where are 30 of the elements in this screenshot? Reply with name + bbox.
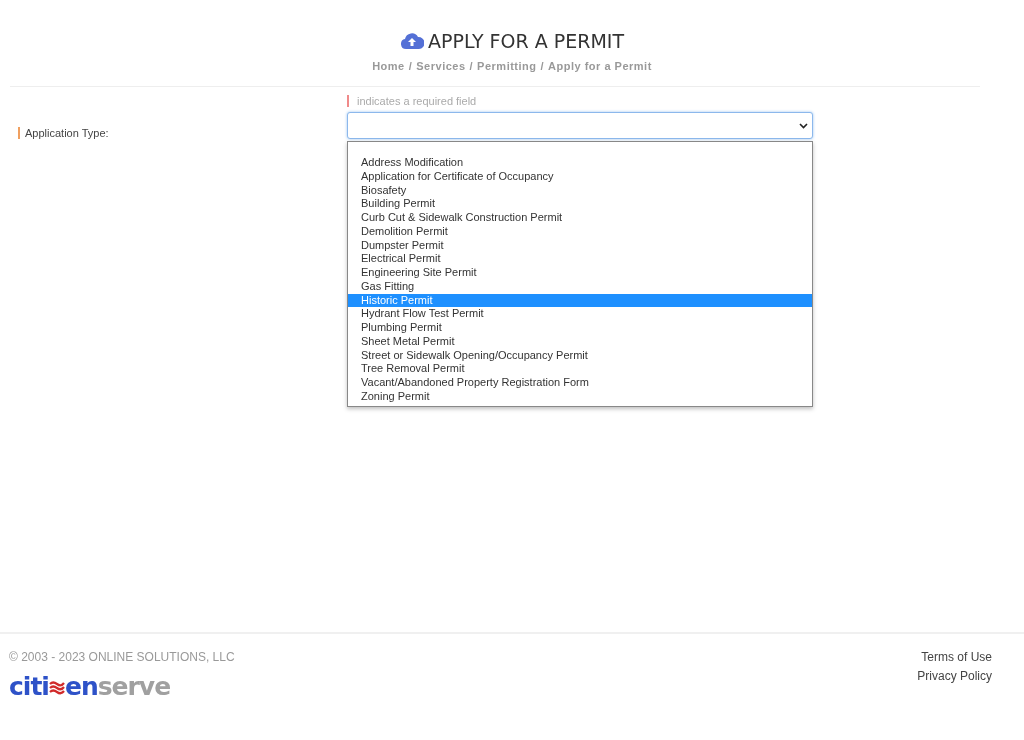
dropdown-option[interactable]: Curb Cut & Sidewalk Construction Permit (348, 211, 812, 225)
dropdown-option[interactable]: Building Permit (348, 197, 812, 211)
page-title: APPLY FOR A PERMIT (427, 30, 625, 52)
dropdown-option[interactable]: Demolition Permit (348, 224, 812, 239)
dropdown-option[interactable]: Plumbing Permit (348, 321, 812, 335)
dropdown-option[interactable]: Electrical Permit (348, 252, 812, 266)
dropdown-option[interactable]: Gas Fitting (348, 279, 812, 294)
dropdown-option[interactable]: Engineering Site Permit (348, 266, 812, 280)
footer-link[interactable]: Terms of Use (921, 650, 992, 664)
field-label: Application Type: (25, 127, 109, 139)
dropdown-option[interactable]: Biosafety (348, 183, 812, 198)
dropdown-option[interactable]: Application for Certificate of Occupancy (348, 169, 812, 184)
breadcrumb-separator: / (469, 60, 474, 72)
dropdown-option[interactable]: Address Modification (348, 156, 812, 170)
footer-link[interactable]: Privacy Policy (917, 669, 992, 683)
cloud-upload-icon (399, 32, 424, 50)
dropdown-option[interactable]: Sheet Metal Permit (348, 334, 812, 349)
dropdown-option[interactable]: Zoning Permit (348, 389, 812, 404)
copyright-text: © 2003 - 2023 ONLINE SOLUTIONS, LLC (9, 650, 235, 664)
required-note: indicates a required field (357, 95, 477, 107)
dropdown-option[interactable]: Street or Sidewalk Opening/Occupancy Permit (348, 348, 812, 363)
dropdown-option[interactable]: Tree Removal Permit (348, 362, 812, 376)
breadcrumb-separator: / (408, 60, 413, 72)
dropdown-option[interactable]: Hydrant Flow Test Permit (348, 307, 812, 321)
chevron-down-icon (799, 122, 808, 129)
breadcrumb-separator: / (540, 60, 545, 72)
dropdown-option[interactable]: Dumpster Permit (348, 238, 812, 253)
citizenserve-logo: citi enserve (9, 672, 171, 701)
application-type-select[interactable] (347, 112, 813, 139)
dropdown-option[interactable]: Vacant/Abandoned Property Registration Form (348, 376, 812, 390)
